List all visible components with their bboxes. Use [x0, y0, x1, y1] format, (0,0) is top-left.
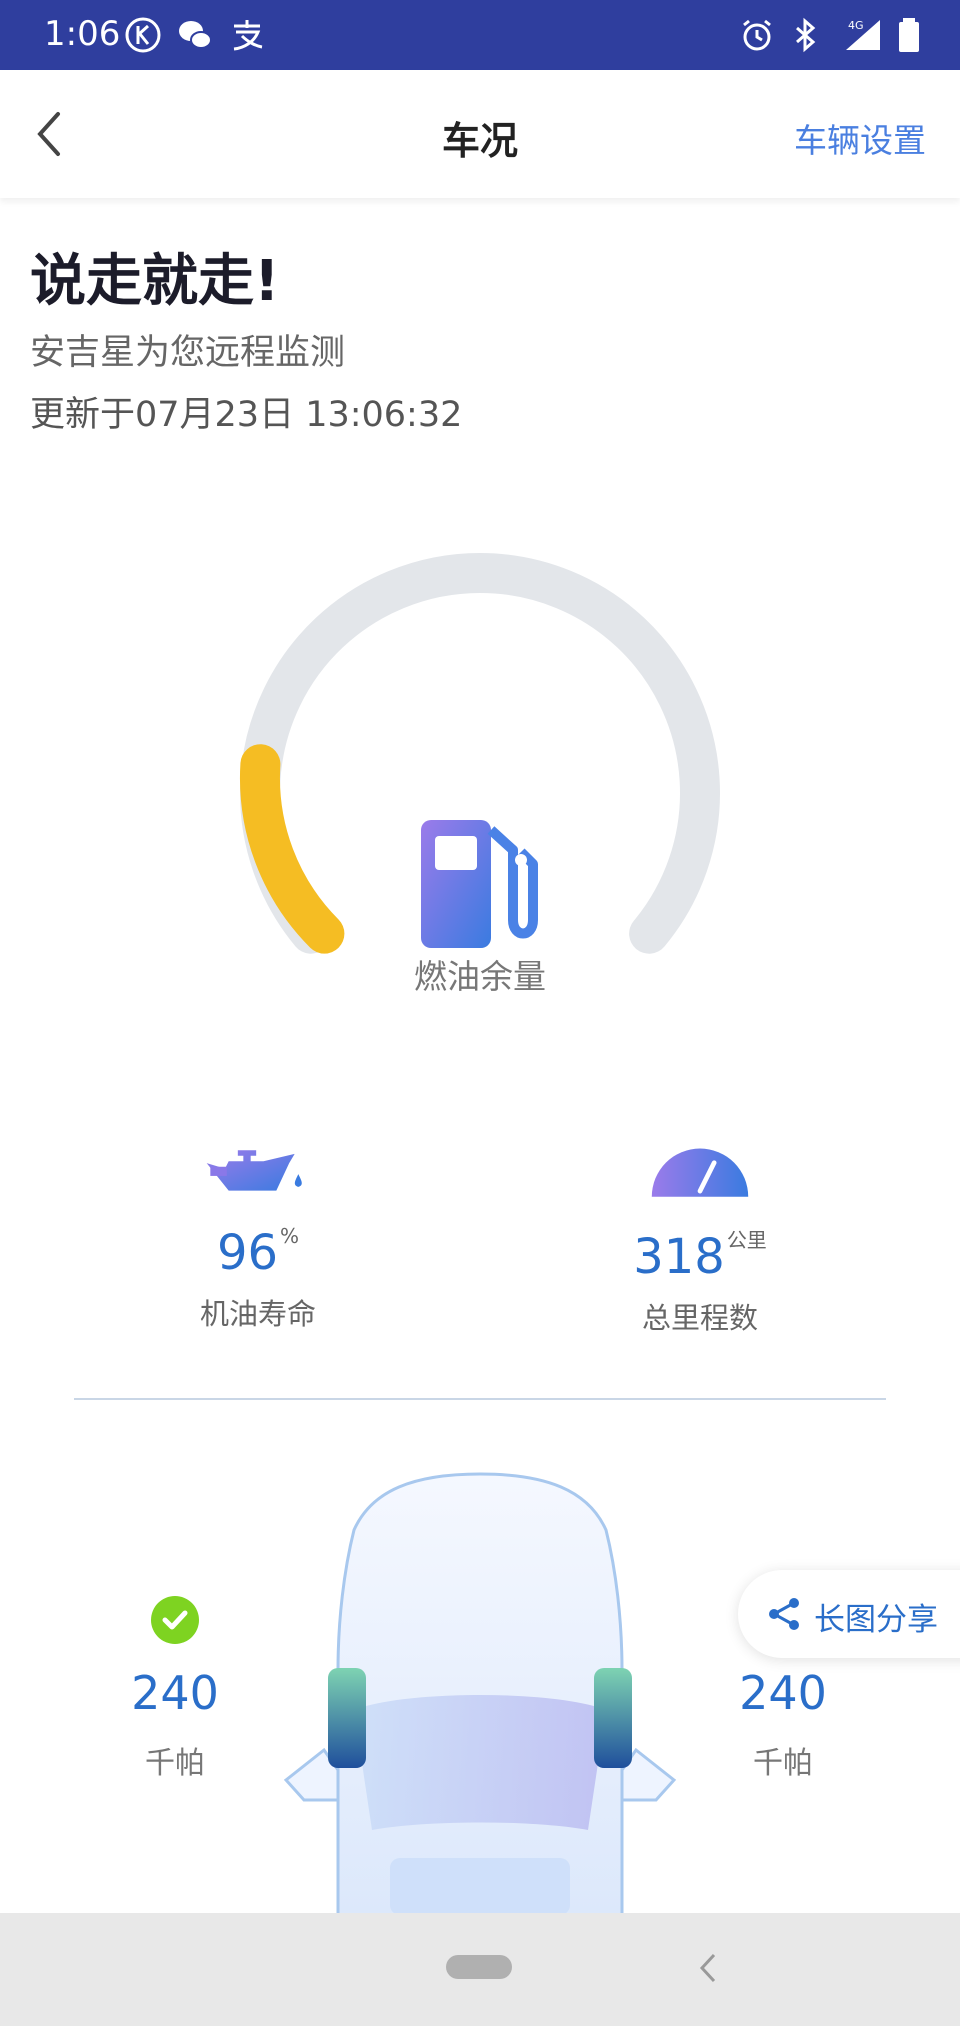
- tire-front-right-pressure: 240: [739, 1666, 827, 1720]
- mileage-value-row: 318 公里: [550, 1224, 850, 1285]
- battery-icon: [899, 18, 919, 52]
- tire-front-left: [328, 1668, 366, 1768]
- tire-front-left-pressure: 240: [131, 1666, 219, 1720]
- mileage-unit: 公里: [726, 1228, 767, 1252]
- oil-life-value: 96: [216, 1225, 279, 1281]
- share-icon: [769, 1598, 799, 1630]
- oil-life-unit: %: [280, 1224, 300, 1248]
- tire-front-left-unit: 千帕: [145, 1746, 205, 1781]
- car-top-view: [284, 1472, 676, 1915]
- alarm-icon: [743, 19, 771, 51]
- tire-front-right: [594, 1668, 632, 1768]
- signal-icon: 4G: [846, 19, 880, 50]
- fuel-pump-icon: [421, 820, 538, 948]
- long-image-share-button[interactable]: 长图分享: [738, 1570, 960, 1658]
- oil-life-stat: 96% 机油寿命: [108, 1140, 408, 1333]
- oil-life-label: 机油寿命: [199, 1297, 316, 1331]
- alipay-icon: [233, 20, 263, 51]
- oil-life-value-row: 96%: [108, 1224, 408, 1281]
- mileage-value: 318: [633, 1229, 725, 1285]
- status-bar: 1:06 4G: [0, 0, 960, 70]
- tire-front-right-info: 240 千帕: [708, 1666, 858, 1782]
- bluetooth-icon: [796, 17, 816, 53]
- k-app-icon: [125, 17, 161, 53]
- monitor-subtitle: 安吉星为您远程监测: [30, 333, 346, 373]
- update-time: 更新于07月23日 13:06:32: [30, 395, 463, 435]
- home-pill-button[interactable]: [446, 1955, 512, 1979]
- svg-text:4G: 4G: [848, 19, 864, 32]
- status-time: 1:06: [44, 14, 121, 54]
- system-nav-bar: [0, 1913, 960, 2026]
- speedometer-icon: [651, 1148, 749, 1197]
- fuel-label: 燃油余量: [414, 957, 546, 996]
- fuel-gauge: [239, 553, 720, 954]
- mileage-stat: 318 公里 总里程数: [550, 1140, 850, 1337]
- oil-can-icon: [206, 1150, 302, 1191]
- wechat-icon: [179, 21, 212, 49]
- tire-front-right-unit: 千帕: [753, 1746, 813, 1781]
- vehicle-settings-link[interactable]: 车辆设置: [794, 114, 926, 162]
- nav-bar: 车况 车辆设置: [0, 70, 960, 198]
- share-label: 长图分享: [814, 1602, 938, 1638]
- mileage-label: 总里程数: [641, 1301, 758, 1335]
- headline: 说走就走!: [30, 249, 280, 314]
- section-divider: [74, 1398, 886, 1400]
- tire-ok-check-icon: [151, 1596, 199, 1644]
- tire-front-left-info: 240 千帕: [100, 1596, 250, 1782]
- system-back-button[interactable]: [696, 1949, 720, 1987]
